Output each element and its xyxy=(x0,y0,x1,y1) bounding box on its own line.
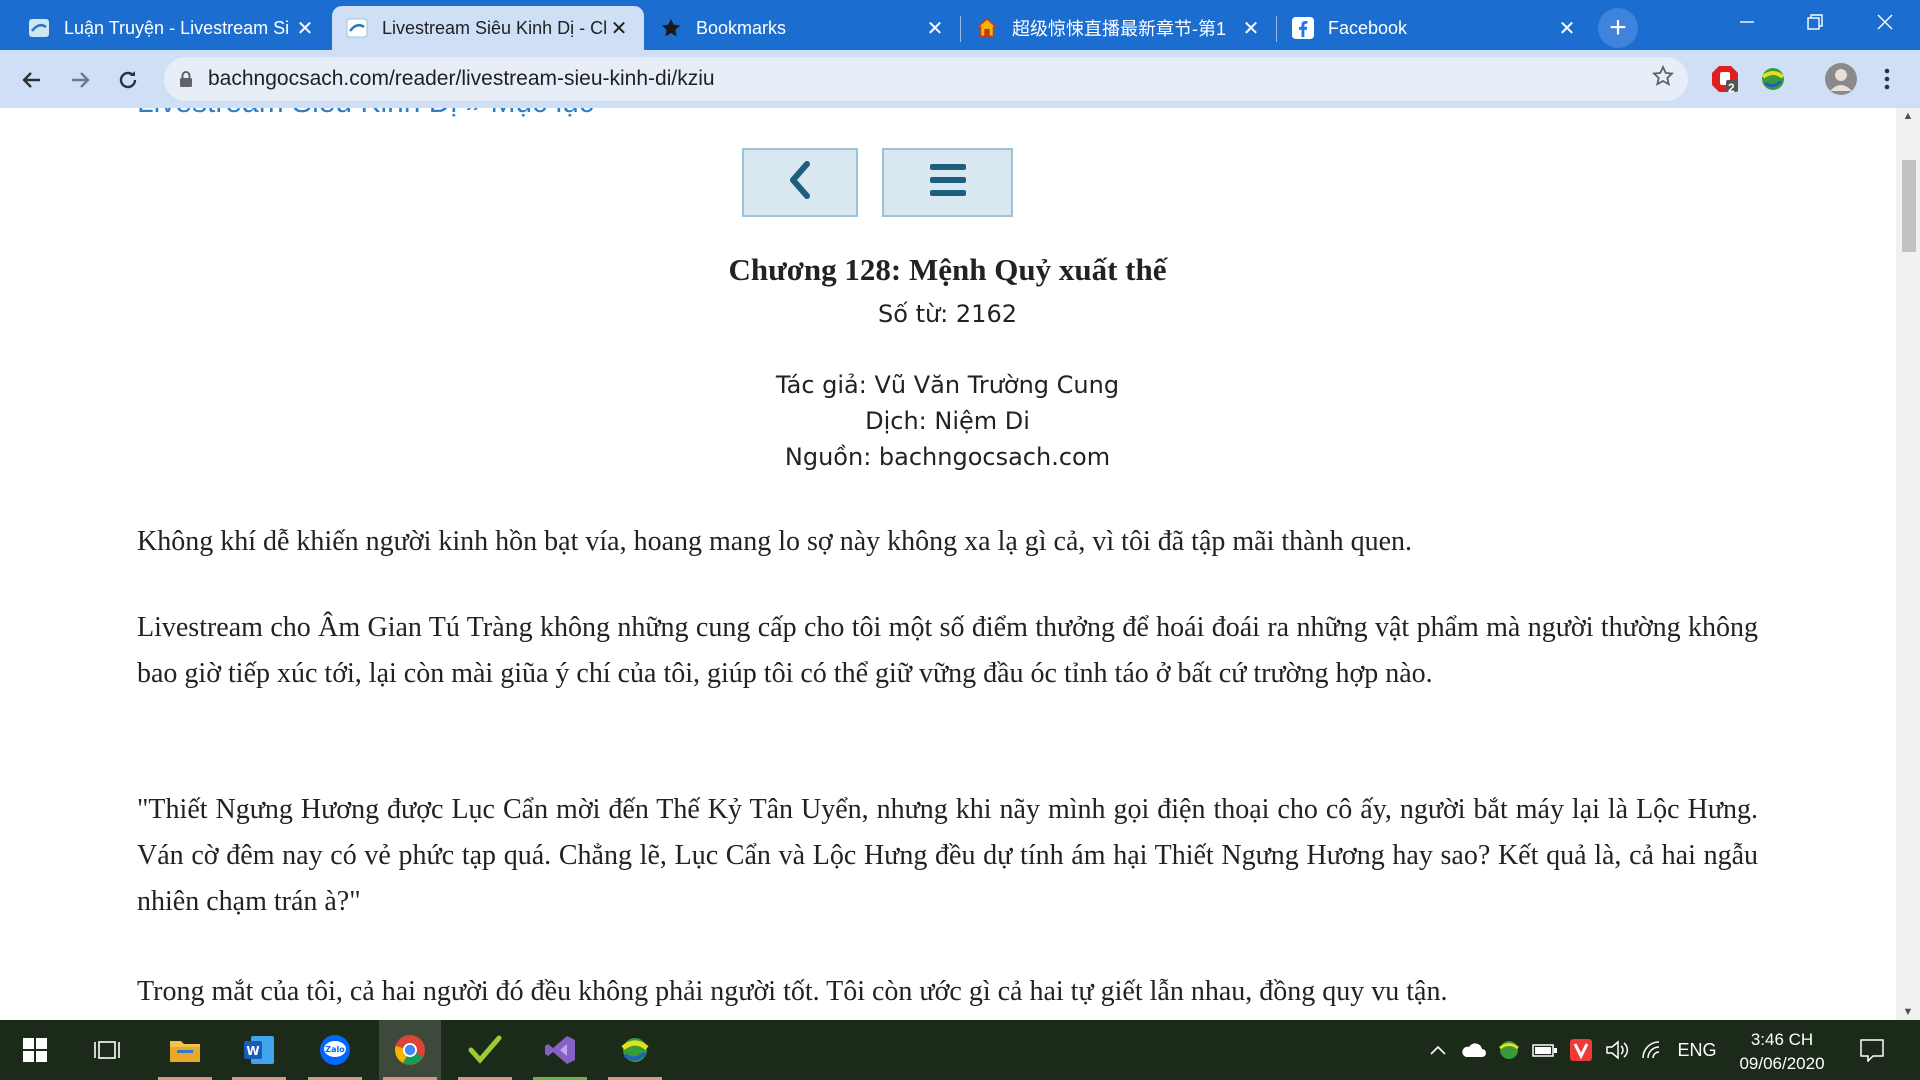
system-clock[interactable]: 3:46 CH 09/06/2020 xyxy=(1722,1028,1842,1076)
task-view-icon[interactable] xyxy=(76,1020,138,1080)
scrollbar-thumb[interactable] xyxy=(1902,160,1916,252)
svg-text:Zalo: Zalo xyxy=(325,1045,345,1054)
visual-studio-icon[interactable] xyxy=(529,1020,591,1080)
story-paragraph: Trong mắt của tôi, cả hai người đó đều k… xyxy=(137,976,1448,1007)
tab-luan-truyen[interactable]: Luận Truyện - Livestream Si ✕ xyxy=(14,6,330,50)
idm-tray-icon[interactable] xyxy=(1494,1020,1524,1080)
story-paragraph: Không khí dễ khiến người kinh hồn bạt ví… xyxy=(137,526,1412,557)
clock-time: 3:46 CH xyxy=(1750,1030,1814,1049)
new-tab-button[interactable]: + xyxy=(1598,8,1638,48)
facebook-icon xyxy=(1292,17,1314,39)
translator: Dịch: Niệm Di xyxy=(865,407,1030,435)
close-tab-icon[interactable]: ✕ xyxy=(1240,16,1262,41)
checkmark-app-icon[interactable] xyxy=(454,1020,516,1080)
menu-icon xyxy=(928,162,968,203)
close-tab-icon[interactable]: ✕ xyxy=(608,16,630,41)
table-of-contents-button[interactable] xyxy=(882,148,1013,217)
site-favicon-icon xyxy=(346,17,368,39)
chevron-up-icon[interactable] xyxy=(1424,1020,1452,1080)
adblock-extension-icon[interactable]: 2 xyxy=(1710,64,1740,95)
word-icon[interactable]: W xyxy=(228,1020,290,1080)
minimize-window-icon[interactable] xyxy=(1714,0,1780,44)
page-content: Livestream Siêu Kinh Dị » Mục lục Chương… xyxy=(0,108,1920,1020)
windows-taskbar: W Zalo ENG 3:46 CH 09/06/2020 xyxy=(0,1020,1920,1080)
close-tab-icon[interactable]: ✕ xyxy=(924,16,946,41)
tab-title: Livestream Siêu Kinh Dị - Cl xyxy=(382,17,608,38)
file-explorer-icon[interactable] xyxy=(154,1020,216,1080)
tab-facebook[interactable]: Facebook ✕ xyxy=(1278,6,1592,50)
back-icon[interactable] xyxy=(14,62,50,98)
breadcrumb[interactable]: Livestream Siêu Kinh Dị » Mục lục xyxy=(137,108,594,120)
scroll-down-arrow-icon[interactable]: ▼ xyxy=(1896,1006,1920,1018)
story-paragraph: Livestream cho Âm Gian Tú Tràng không nh… xyxy=(137,612,1758,689)
house-icon xyxy=(976,17,998,39)
chapter-title: Chương 128: Mệnh Quỷ xuất thế xyxy=(728,252,1167,287)
forward-icon[interactable] xyxy=(62,62,98,98)
extension-badge: 2 xyxy=(1728,81,1735,95)
bookmark-star-icon[interactable] xyxy=(1638,64,1688,95)
tab-chinese-novel[interactable]: 超级惊悚直播最新章节-第1 ✕ xyxy=(962,6,1276,50)
idm-extension-icon[interactable] xyxy=(1758,64,1788,94)
tab-bookmarks[interactable]: Bookmarks ✕ xyxy=(646,6,960,50)
story-paragraph: "Thiết Ngưng Hương được Lục Cẩn mời đến … xyxy=(137,794,1758,917)
volume-icon[interactable] xyxy=(1602,1020,1632,1080)
star-icon xyxy=(660,17,682,39)
chevron-left-icon xyxy=(787,160,813,205)
close-tab-icon[interactable]: ✕ xyxy=(1556,16,1578,41)
tab-separator xyxy=(1276,16,1277,42)
word-count: Số từ: 2162 xyxy=(878,300,1017,328)
profile-avatar[interactable] xyxy=(1823,61,1859,97)
idm-icon[interactable] xyxy=(604,1020,666,1080)
browser-toolbar: bachngocsach.com/reader/livestream-sieu-… xyxy=(0,50,1920,108)
lock-icon[interactable] xyxy=(164,70,208,88)
restore-window-icon[interactable] xyxy=(1782,0,1848,44)
clock-date: 09/06/2020 xyxy=(1739,1054,1825,1073)
site-favicon-icon xyxy=(28,17,50,39)
tab-title: Facebook xyxy=(1328,17,1408,38)
battery-icon[interactable] xyxy=(1530,1020,1560,1080)
vertical-scrollbar[interactable]: ▲ ▼ xyxy=(1896,108,1920,1020)
previous-chapter-button[interactable] xyxy=(742,148,858,217)
scroll-up-arrow-icon[interactable]: ▲ xyxy=(1896,110,1920,122)
tab-title: Luận Truyện - Livestream Si xyxy=(64,17,290,38)
chrome-icon[interactable] xyxy=(379,1020,441,1080)
reload-icon[interactable] xyxy=(110,62,146,98)
author: Tác giả: Vũ Văn Trường Cung xyxy=(775,371,1120,399)
tab-separator xyxy=(960,16,961,42)
url-text[interactable]: bachngocsach.com/reader/livestream-sieu-… xyxy=(208,67,1638,91)
windows-start-icon[interactable] xyxy=(4,1020,66,1080)
tab-strip: Luận Truyện - Livestream Si ✕ Livestream… xyxy=(0,0,1920,50)
vivaldi-tray-icon[interactable] xyxy=(1566,1020,1596,1080)
tab-title: 超级惊悚直播最新章节-第1 xyxy=(1012,19,1227,39)
language-indicator[interactable]: ENG xyxy=(1674,1020,1720,1080)
onedrive-icon[interactable] xyxy=(1458,1020,1488,1080)
tab-livestream-active[interactable]: Livestream Siêu Kinh Dị - Cl ✕ xyxy=(332,6,644,50)
browser-menu-icon[interactable] xyxy=(1872,64,1902,94)
close-tab-icon[interactable]: ✕ xyxy=(294,16,316,41)
source: Nguồn: bachngocsach.com xyxy=(784,443,1111,471)
wifi-icon[interactable] xyxy=(1638,1020,1668,1080)
zalo-icon[interactable]: Zalo xyxy=(304,1020,366,1080)
svg-text:W: W xyxy=(246,1044,259,1058)
address-bar[interactable]: bachngocsach.com/reader/livestream-sieu-… xyxy=(164,57,1688,101)
notifications-icon[interactable] xyxy=(1852,1020,1892,1080)
tab-title: Bookmarks xyxy=(696,17,787,38)
close-window-icon[interactable] xyxy=(1852,0,1918,44)
